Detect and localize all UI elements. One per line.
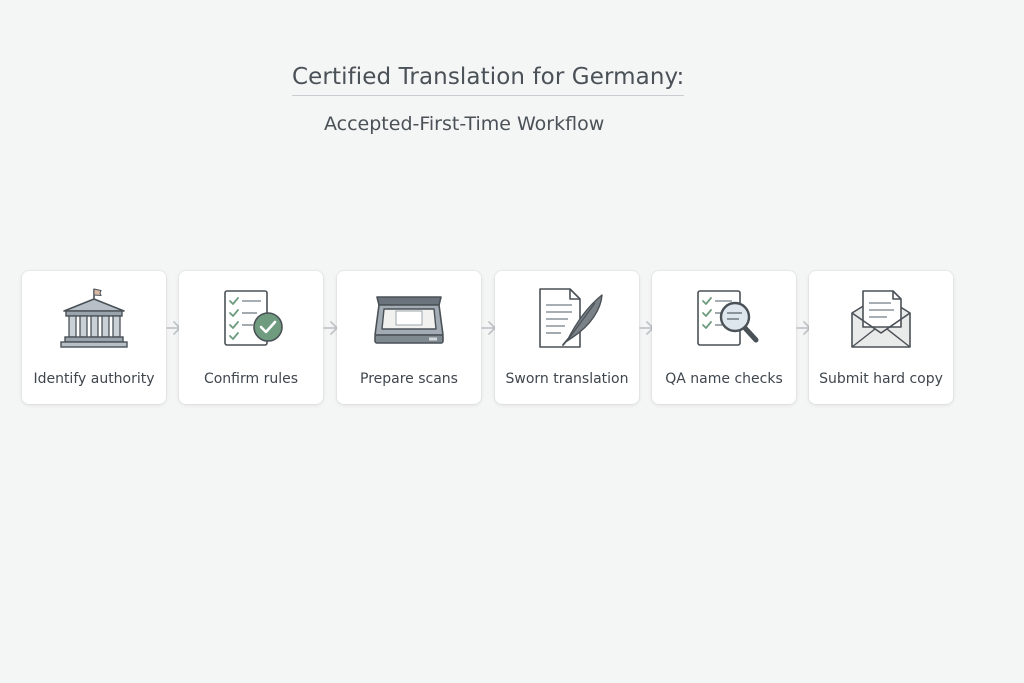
diagram-title: Certified Translation for Germany: bbox=[292, 64, 685, 96]
step-card-qa-name-checks: QA name checks bbox=[652, 271, 796, 404]
scanner-icon bbox=[369, 283, 449, 353]
document-quill-icon bbox=[527, 283, 607, 353]
checklist-approved-icon bbox=[211, 283, 291, 353]
diagram-subtitle: Accepted-First-Time Workflow bbox=[324, 113, 605, 135]
step-label: Identify authority bbox=[33, 371, 155, 387]
step-label: Sworn translation bbox=[505, 371, 629, 387]
step-label: QA name checks bbox=[665, 371, 783, 387]
step-label: Submit hard copy bbox=[819, 371, 943, 387]
step-card-confirm-rules: Confirm rules bbox=[179, 271, 323, 404]
step-card-sworn-translation: Sworn translation bbox=[495, 271, 639, 404]
step-card-identify-authority: Identify authority bbox=[22, 271, 166, 404]
step-label: Confirm rules bbox=[203, 371, 299, 387]
government-building-icon bbox=[54, 283, 134, 353]
envelope-letter-icon bbox=[841, 283, 921, 353]
step-card-submit-hard-copy: Submit hard copy bbox=[809, 271, 953, 404]
checklist-magnifier-icon bbox=[684, 283, 764, 353]
step-card-prepare-scans: Prepare scans bbox=[337, 271, 481, 404]
step-label: Prepare scans bbox=[360, 371, 458, 387]
